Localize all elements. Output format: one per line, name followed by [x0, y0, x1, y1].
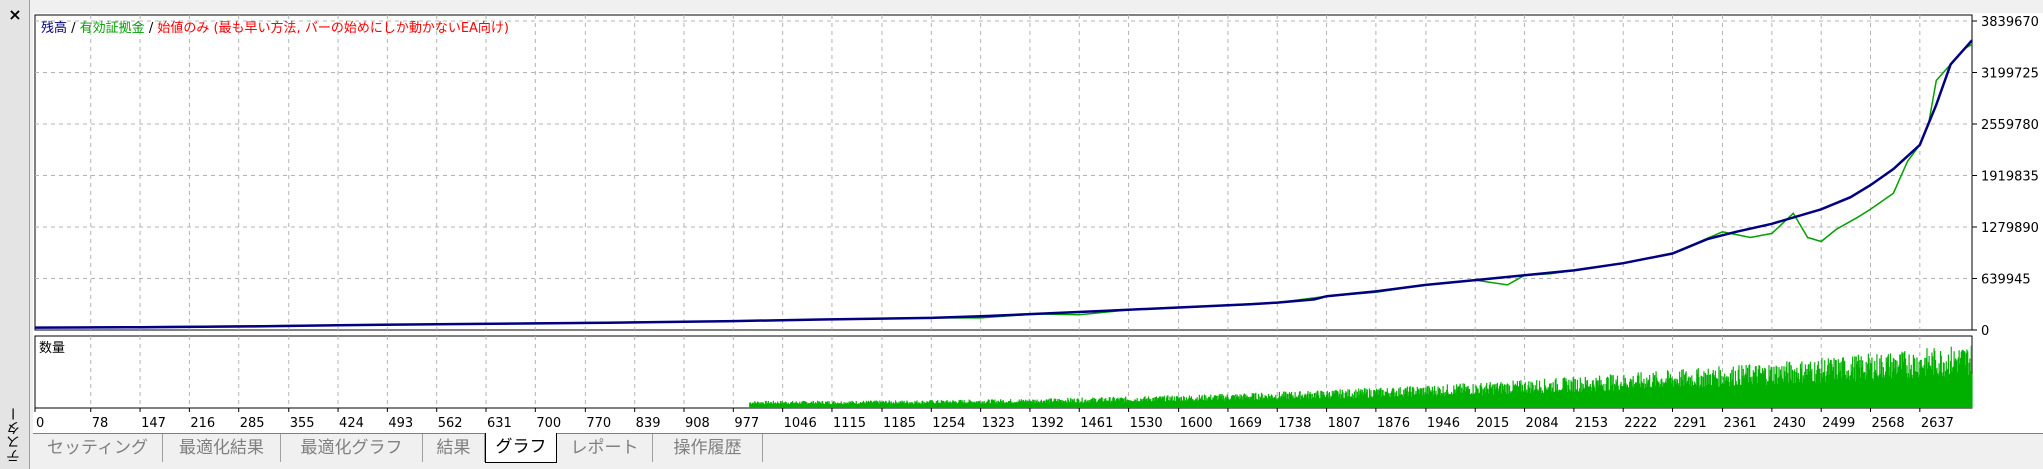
y-tick-label: 1919835 [1981, 170, 2039, 185]
x-tick-label: 631 [487, 416, 512, 431]
x-tick-label: 562 [438, 416, 463, 431]
x-tick-label: 216 [190, 416, 215, 431]
x-tick-label: 1392 [1031, 416, 1064, 431]
chart-legend: 残高 / 有効証拠金 / 始値のみ (最も早い方法, バーの始めにしか動かないE… [41, 20, 509, 36]
x-tick-label: 770 [586, 416, 611, 431]
tester-tab-bar: セッティング 最適化結果 最適化グラフ 結果 グラフ レポート 操作履歴 [33, 433, 2043, 464]
x-tick-label: 1461 [1080, 416, 1113, 431]
x-tick-label: 355 [290, 416, 315, 431]
legend-balance: 残高 [41, 20, 67, 36]
x-tick-label: 2430 [1773, 416, 1806, 431]
legend-mode: 始値のみ (最も早い方法, バーの始めにしか動かないEA向け) [157, 20, 509, 36]
x-tick-label: 1738 [1278, 416, 1311, 431]
x-tick-label: 1530 [1130, 416, 1163, 431]
graph-panel: 3839670 3199725 2559780 1919835 1279890 63994… [33, 13, 2043, 433]
legend-sep-1: / [67, 21, 80, 36]
x-tick-label: 285 [240, 416, 265, 431]
x-tick-label: 1807 [1328, 416, 1361, 431]
close-icon[interactable]: × [6, 6, 24, 24]
x-tick-label: 1946 [1427, 416, 1460, 431]
x-tick-label: 493 [388, 416, 413, 431]
tab-2[interactable]: 最適化結果 [163, 434, 281, 462]
legend-equity: 有効証拠金 [80, 20, 145, 36]
x-tick-label: 2153 [1575, 416, 1608, 431]
x-tick-label: 2222 [1624, 416, 1657, 431]
x-tick-label: 424 [339, 416, 364, 431]
y-tick-label: 0 [1981, 324, 1989, 339]
x-tick-label: 1323 [982, 416, 1015, 431]
x-tick-label: 1876 [1377, 416, 1410, 431]
x-tick-label: 2361 [1724, 416, 1757, 431]
x-tick-label: 1669 [1229, 416, 1262, 431]
x-tick-label: 2499 [1822, 416, 1855, 431]
balance-chart: 3839670 3199725 2559780 1919835 1279890 63994… [34, 14, 2039, 431]
y-axis: 3839670 3199725 2559780 1919835 1279890 63994… [1972, 15, 2039, 339]
tester-side-label: テスター [6, 407, 22, 463]
tab-6[interactable]: レポート [557, 434, 653, 462]
volume-label: 数量 [39, 341, 65, 356]
y-tick-label: 3839670 [1981, 15, 2039, 30]
x-tick-label: 78 [92, 416, 109, 431]
x-tick-label: 839 [636, 416, 661, 431]
y-tick-label: 1279890 [1981, 221, 2039, 236]
x-tick-label: 1046 [784, 416, 817, 431]
tab-7[interactable]: 操作履歴 [653, 434, 763, 462]
x-tick-label: 2084 [1526, 416, 1559, 431]
x-tick-label: 2291 [1674, 416, 1707, 431]
y-tick-label: 639945 [1981, 273, 2031, 288]
tab-5[interactable]: グラフ [485, 433, 557, 463]
tab-4[interactable]: 結果 [423, 434, 485, 462]
legend-sep-2: / [145, 21, 158, 36]
tester-sidebar: × テスター [0, 0, 30, 469]
x-tick-label: 1185 [883, 416, 916, 431]
tab-1[interactable]: セッティング [33, 434, 163, 462]
x-tick-label: 1115 [833, 416, 866, 431]
tab-3[interactable]: 最適化グラフ [281, 434, 423, 462]
x-tick-label: 1600 [1180, 416, 1213, 431]
main-plot-frame [34, 14, 1973, 331]
x-tick-label: 2015 [1476, 416, 1509, 431]
x-axis: 0 78 147 216 285 355 424 493 562 631 700 770 839 908 9… [34, 408, 1954, 431]
x-tick-label: 908 [685, 416, 710, 431]
x-tick-label: 2568 [1872, 416, 1905, 431]
x-tick-label: 1254 [932, 416, 965, 431]
x-tick-label: 2637 [1921, 416, 1954, 431]
x-tick-label: 977 [734, 416, 759, 431]
y-tick-label: 3199725 [1981, 67, 2039, 82]
x-tick-label: 0 [36, 416, 44, 431]
x-tick-label: 700 [536, 416, 561, 431]
y-tick-label: 2559780 [1981, 118, 2039, 133]
x-tick-label: 147 [141, 416, 166, 431]
